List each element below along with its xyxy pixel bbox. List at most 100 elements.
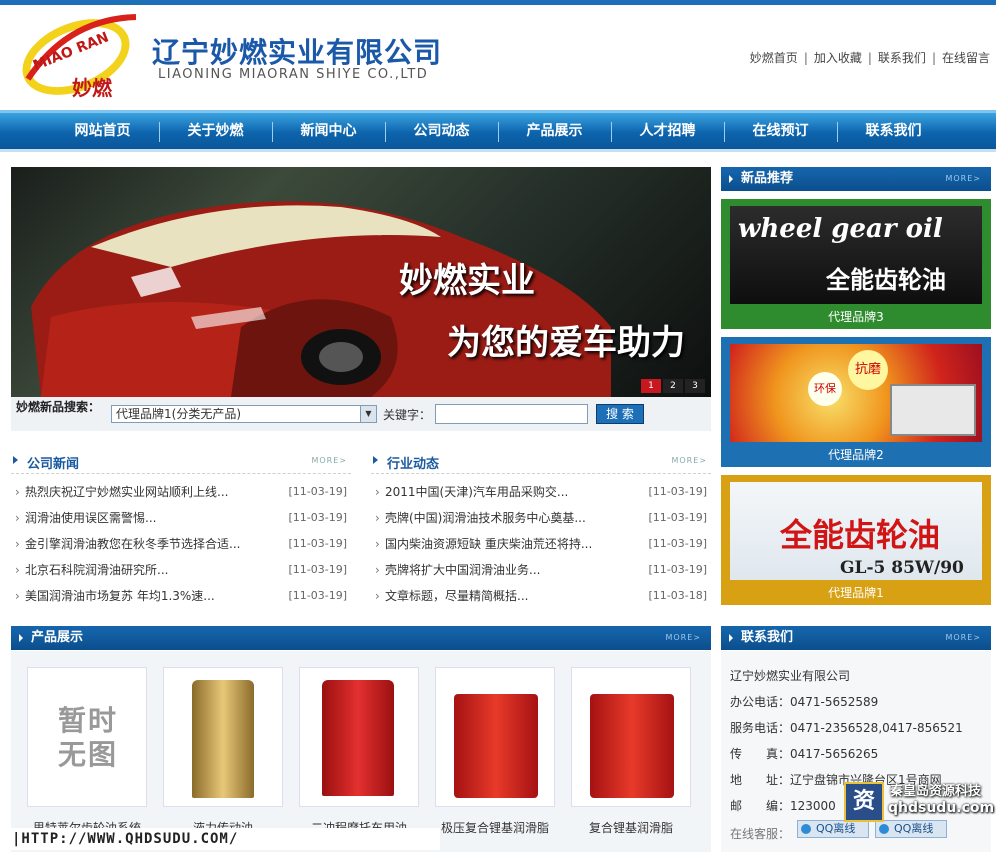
product-card-3[interactable] bbox=[299, 667, 419, 807]
list-item[interactable]: 热烈庆祝辽宁妙燃实业网站顺利上线... [11-03-19] bbox=[11, 479, 351, 505]
search-button[interactable]: 搜 索 bbox=[596, 404, 644, 424]
new-products-title: 新品推荐 bbox=[741, 171, 794, 186]
nav-item-booking[interactable]: 在线预订 bbox=[724, 113, 837, 149]
brand-card-1[interactable]: 全能齿轮油 GL-5 85W/90 代理品牌1 bbox=[721, 475, 991, 605]
toplink-contact[interactable]: 联系我们 bbox=[878, 51, 926, 65]
news-title[interactable]: 壳牌将扩大中国润滑油业务... bbox=[385, 563, 540, 577]
brand-3-image-text: wheel gear oil bbox=[738, 214, 943, 244]
nav-item-home[interactable]: 网站首页 bbox=[46, 113, 159, 149]
news-title[interactable]: 国内柴油资源短缺 重庆柴油荒还将持... bbox=[385, 537, 592, 551]
news-title[interactable]: 文章标题，尽量精简概括... bbox=[385, 589, 528, 603]
contact-service-phone: 服务电话：0471-2356528,0417-856521 bbox=[730, 721, 963, 735]
news-date: [11-03-19] bbox=[648, 511, 707, 524]
brand-card-2[interactable]: 环保 抗磨 代理品牌2 bbox=[721, 337, 991, 467]
list-item[interactable]: 国内柴油资源短缺 重庆柴油荒还将持... [11-03-19] bbox=[371, 531, 711, 557]
category-select[interactable]: 代理品牌1(分类无产品) ▼ bbox=[111, 405, 377, 423]
keyword-input[interactable] bbox=[435, 404, 588, 424]
brand-1-caption[interactable]: 代理品牌1 bbox=[721, 584, 991, 601]
news-date: [11-03-19] bbox=[648, 563, 707, 576]
products-title: 产品展示 bbox=[31, 630, 84, 645]
news-date: [11-03-19] bbox=[648, 537, 707, 550]
news-date: [11-03-19] bbox=[288, 563, 347, 576]
new-products-more-link[interactable]: MORE> bbox=[945, 167, 981, 191]
list-item[interactable]: 美国润滑油市场复苏 年均1.3%速... [11-03-19] bbox=[11, 583, 351, 609]
truck-icon bbox=[890, 384, 976, 436]
toplink-home[interactable]: 妙燃首页 bbox=[750, 51, 798, 65]
brand-1-image-subtext: GL-5 85W/90 bbox=[840, 558, 964, 578]
chevron-down-icon[interactable]: ▼ bbox=[360, 406, 376, 422]
nav-item-contact[interactable]: 联系我们 bbox=[837, 113, 950, 149]
product-card-2[interactable] bbox=[163, 667, 283, 807]
product-name-4[interactable]: 极压复合锂基润滑脂 bbox=[430, 819, 560, 836]
contact-header: 联系我们 MORE> bbox=[721, 626, 991, 650]
industry-news-more-link[interactable]: MORE> bbox=[671, 456, 707, 465]
company-logo[interactable]: MIAO RAN 妙燃 bbox=[18, 9, 140, 101]
banner-page-1[interactable]: 1 bbox=[641, 379, 661, 393]
hero-banner[interactable]: 妙燃实业 为您的爱车助力 1 2 3 bbox=[11, 167, 711, 397]
product-card-4[interactable] bbox=[435, 667, 555, 807]
product-card-5[interactable] bbox=[571, 667, 691, 807]
contact-company: 辽宁妙燃实业有限公司 bbox=[730, 669, 851, 683]
product-name-5[interactable]: 复合锂基润滑脂 bbox=[566, 819, 696, 836]
contact-more-link[interactable]: MORE> bbox=[945, 626, 981, 650]
header: MIAO RAN 妙燃 辽宁妙燃实业有限公司 LIAONING MIAORAN … bbox=[0, 5, 996, 110]
toplink-favorite[interactable]: 加入收藏 bbox=[814, 51, 862, 65]
brand-2-caption[interactable]: 代理品牌2 bbox=[721, 446, 991, 463]
arrow-right-icon bbox=[729, 175, 733, 183]
list-item[interactable]: 2011中国(天津)汽车用品采购交... [11-03-19] bbox=[371, 479, 711, 505]
company-news-more-link[interactable]: MORE> bbox=[311, 456, 347, 465]
contact-postcode: 邮 编：123000 bbox=[730, 799, 836, 813]
nav-item-news[interactable]: 新闻中心 bbox=[272, 113, 385, 149]
news-title[interactable]: 金引擎润滑油教您在秋冬季节选择合适... bbox=[25, 537, 240, 551]
contact-service-label: 在线客服： bbox=[730, 827, 791, 841]
watermark-logo-icon: 资 bbox=[844, 782, 884, 822]
news-title[interactable]: 润滑油使用误区需警惕... bbox=[25, 511, 156, 525]
company-news-title: 公司新闻 bbox=[27, 457, 80, 472]
news-title[interactable]: 北京石科院润滑油研究所... bbox=[25, 563, 168, 577]
brand-2-image[interactable]: 环保 抗磨 bbox=[730, 344, 982, 442]
news-title[interactable]: 美国润滑油市场复苏 年均1.3%速... bbox=[25, 589, 215, 603]
product-gallery: 暂时无图 思特莱尔齿轮油系统 液力传动油 二冲程摩托车用油 极压复合锂基润滑脂 … bbox=[11, 651, 711, 852]
news-date: [11-03-19] bbox=[288, 537, 347, 550]
separator: | bbox=[931, 51, 936, 65]
news-title[interactable]: 2011中国(天津)汽车用品采购交... bbox=[385, 485, 568, 499]
banner-subheadline: 为您的爱车助力 bbox=[447, 323, 685, 363]
contact-fax: 传 真：0417-5656265 bbox=[730, 747, 879, 761]
news-title[interactable]: 壳牌(中国)润滑油技术服务中心奠基... bbox=[385, 511, 586, 525]
contact-office-phone: 办公电话：0471-5652589 bbox=[730, 695, 879, 709]
company-news-list: 热烈庆祝辽宁妙燃实业网站顺利上线... [11-03-19] 润滑油使用误区需警惕… bbox=[11, 479, 351, 609]
nav-item-jobs[interactable]: 人才招聘 bbox=[611, 113, 724, 149]
nav-item-products[interactable]: 产品展示 bbox=[498, 113, 611, 149]
arrow-right-icon bbox=[373, 456, 378, 464]
product-search-bar: 妙燃新品搜索： 代理品牌1(分类无产品) ▼ 关键字： 搜 索 bbox=[11, 397, 711, 431]
list-item[interactable]: 北京石科院润滑油研究所... [11-03-19] bbox=[11, 557, 351, 583]
list-item[interactable]: 文章标题，尽量精简概括... [11-03-18] bbox=[371, 583, 711, 609]
news-date: [11-03-19] bbox=[288, 589, 347, 602]
arrow-right-icon bbox=[13, 456, 18, 464]
product-card-1[interactable]: 暂时无图 bbox=[27, 667, 147, 807]
company-name-en: LIAONING MIAORAN SHIYE CO.,LTD bbox=[158, 67, 429, 82]
list-item[interactable]: 壳牌将扩大中国润滑油业务... [11-03-19] bbox=[371, 557, 711, 583]
top-links: 妙燃首页 | 加入收藏 | 联系我们 | 在线留言 bbox=[750, 49, 990, 66]
list-item[interactable]: 润滑油使用误区需警惕... [11-03-19] bbox=[11, 505, 351, 531]
watermark-line-1: 秦皇岛资源科技 bbox=[890, 784, 982, 799]
banner-page-2[interactable]: 2 bbox=[663, 379, 683, 393]
news-date: [11-03-19] bbox=[648, 485, 707, 498]
nav-item-company-news[interactable]: 公司动态 bbox=[385, 113, 498, 149]
brand-2-badge-2: 抗磨 bbox=[848, 350, 888, 390]
banner-page-3[interactable]: 3 bbox=[685, 379, 705, 393]
news-title[interactable]: 热烈庆祝辽宁妙燃实业网站顺利上线... bbox=[25, 485, 228, 499]
brand-3-caption[interactable]: 代理品牌3 bbox=[721, 308, 991, 325]
products-more-link[interactable]: MORE> bbox=[665, 626, 701, 650]
list-item[interactable]: 金引擎润滑油教您在秋冬季节选择合适... [11-03-19] bbox=[11, 531, 351, 557]
nav-item-about[interactable]: 关于妙燃 bbox=[159, 113, 272, 149]
brand-1-image[interactable]: 全能齿轮油 GL-5 85W/90 bbox=[730, 482, 982, 580]
site-watermark: 资 秦皇岛资源科技 qhdsudu.com bbox=[842, 778, 994, 826]
industry-news-header: 行业动态 MORE> bbox=[371, 444, 711, 474]
separator: | bbox=[867, 51, 872, 65]
brand-3-image[interactable]: wheel gear oil 全能齿轮油 bbox=[730, 206, 982, 304]
brand-3-image-subtext: 全能齿轮油 bbox=[826, 265, 946, 294]
list-item[interactable]: 壳牌(中国)润滑油技术服务中心奠基... [11-03-19] bbox=[371, 505, 711, 531]
brand-card-3[interactable]: wheel gear oil 全能齿轮油 代理品牌3 bbox=[721, 199, 991, 329]
toplink-message[interactable]: 在线留言 bbox=[942, 51, 990, 65]
